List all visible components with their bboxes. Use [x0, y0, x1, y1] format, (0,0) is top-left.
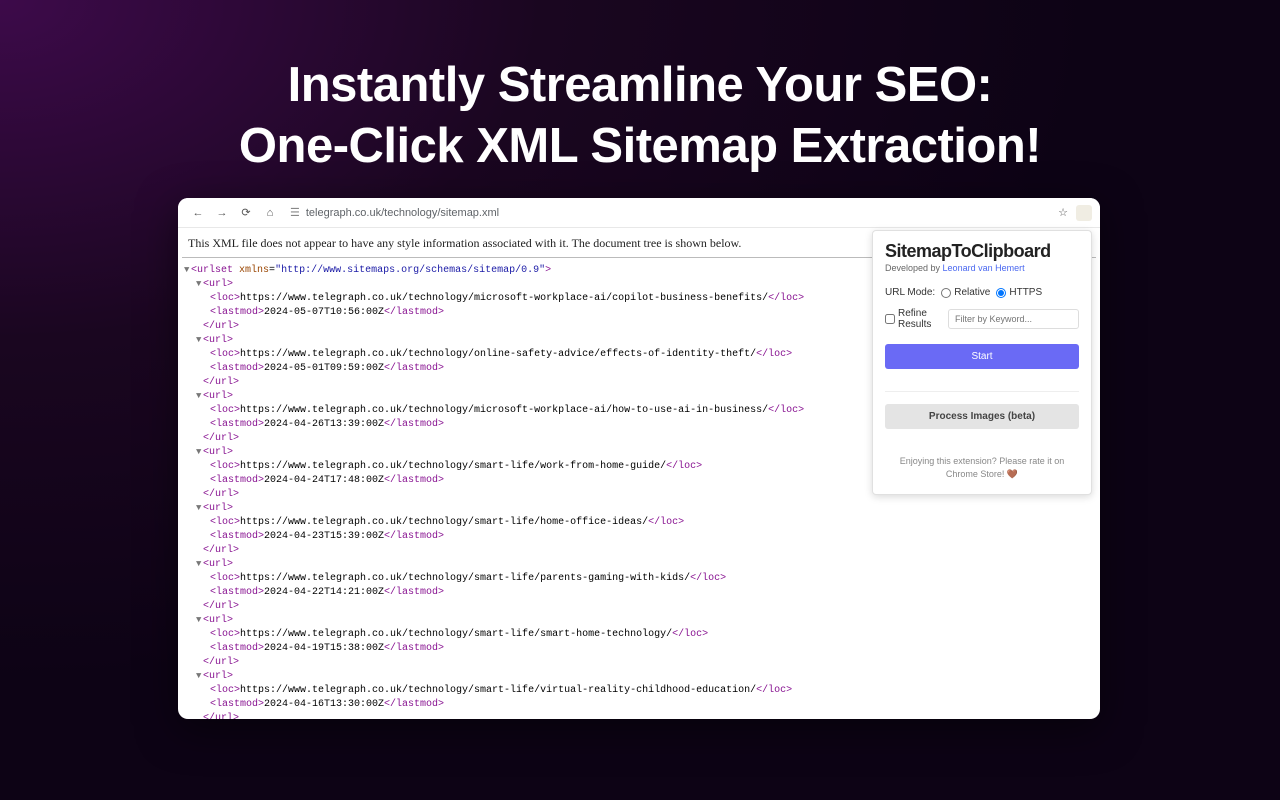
extension-panel: SitemapToClipboard Developed by Leonard …: [872, 230, 1092, 495]
url-mode-label: URL Mode:: [885, 287, 935, 298]
address-bar[interactable]: ☰ telegraph.co.uk/technology/sitemap.xml: [290, 206, 1058, 219]
browser-toolbar: ← → ⟳ ⌂ ☰ telegraph.co.uk/technology/sit…: [178, 198, 1100, 228]
hero-title: Instantly Streamline Your SEO: One-Click…: [0, 0, 1280, 178]
refine-checkbox[interactable]: Refine Results: [885, 308, 942, 330]
hero-line-2: One-Click XML Sitemap Extraction!: [0, 116, 1280, 177]
process-images-button[interactable]: Process Images (beta): [885, 404, 1079, 429]
panel-subtitle: Developed by Leonard van Hemert: [885, 263, 1079, 273]
extension-icon[interactable]: [1076, 205, 1092, 221]
browser-window: ← → ⟳ ⌂ ☰ telegraph.co.uk/technology/sit…: [178, 198, 1100, 719]
forward-icon[interactable]: →: [212, 203, 232, 223]
radio-https[interactable]: HTTPS: [996, 287, 1042, 298]
hero-line-1: Instantly Streamline Your SEO:: [0, 55, 1280, 116]
home-icon[interactable]: ⌂: [260, 203, 280, 223]
panel-footer: Enjoying this extension? Please rate it …: [885, 455, 1079, 480]
developer-link[interactable]: Leonard van Hemert: [943, 263, 1025, 273]
radio-relative[interactable]: Relative: [941, 287, 990, 298]
address-text: telegraph.co.uk/technology/sitemap.xml: [306, 207, 499, 219]
panel-title: SitemapToClipboard: [885, 241, 1079, 262]
divider: [885, 391, 1079, 392]
reload-icon[interactable]: ⟳: [236, 203, 256, 223]
refine-row: Refine Results: [885, 308, 1079, 330]
start-button[interactable]: Start: [885, 344, 1079, 369]
url-mode-row: URL Mode: Relative HTTPS: [885, 287, 1079, 298]
bookmark-icon[interactable]: ☆: [1058, 206, 1068, 219]
back-icon[interactable]: ←: [188, 203, 208, 223]
site-settings-icon: ☰: [290, 206, 300, 219]
filter-input[interactable]: [948, 309, 1079, 329]
